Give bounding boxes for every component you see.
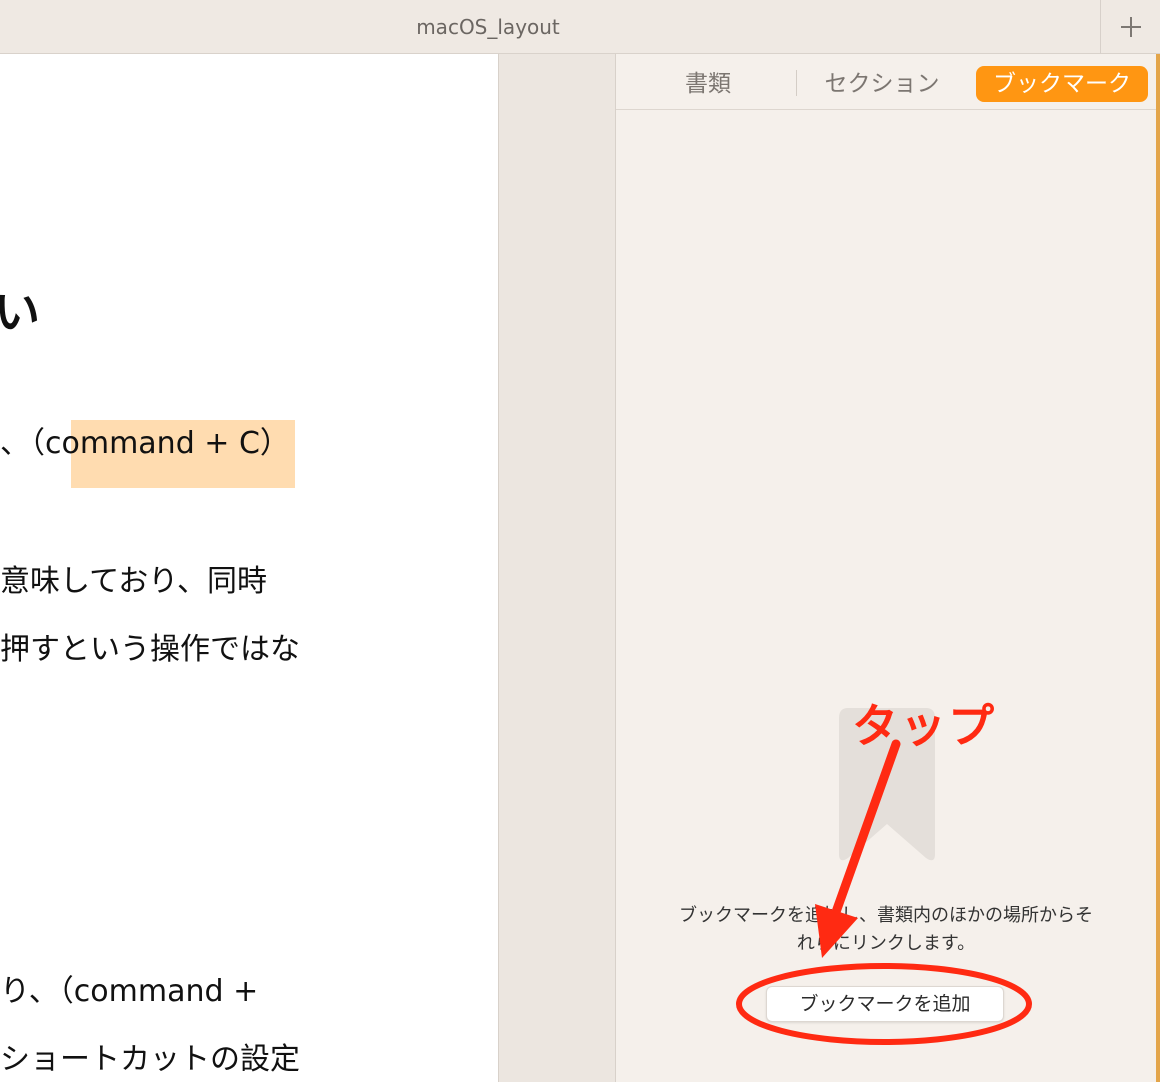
plus-icon — [1120, 17, 1141, 37]
tab-document[interactable]: 書類 — [646, 66, 770, 102]
sidebar-tabs: 書類 セクション ブックマーク — [616, 54, 1156, 110]
hint-line: ブックマークを追加し、書類内のほかの場所からそ — [679, 905, 1093, 926]
hint-line: れらにリンクします。 — [796, 933, 976, 954]
sidebar-panel: 書類 セクション ブックマーク ブックマークを追加し、書類内のほかの場所からそ … — [616, 54, 1156, 1082]
canvas-gutter — [498, 54, 616, 1082]
window-edge — [1156, 54, 1160, 1082]
add-bookmark-button[interactable]: ブックマークを追加 — [766, 986, 1004, 1022]
tab-divider — [796, 70, 797, 96]
doc-heading: い — [0, 285, 40, 339]
tab-section[interactable]: セクション — [812, 66, 952, 102]
window-title: macOS_layout — [416, 15, 560, 39]
doc-line: り、（command + — [0, 974, 259, 1009]
doc-line: 意味しており、同時 — [0, 564, 267, 599]
doc-line: 、（command + C） — [0, 426, 290, 461]
doc-line: ショートカットの設定 — [0, 1042, 300, 1077]
title-bar: macOS_layout — [0, 0, 1160, 54]
document-page[interactable]: い 、（command + C） 意味しており、同時 押すという操作ではな り、… — [0, 54, 498, 1082]
app-window: macOS_layout い 、（command + C） 意味しており、同時 … — [0, 0, 1160, 1082]
new-tab-button[interactable] — [1100, 0, 1160, 54]
doc-line: 押すという操作ではな — [0, 632, 300, 667]
tab-bookmark[interactable]: ブックマーク — [976, 66, 1148, 102]
annotation-label: タップ — [852, 699, 996, 753]
bookmark-hint: ブックマークを追加し、書類内のほかの場所からそ れらにリンクします。 — [636, 902, 1136, 958]
